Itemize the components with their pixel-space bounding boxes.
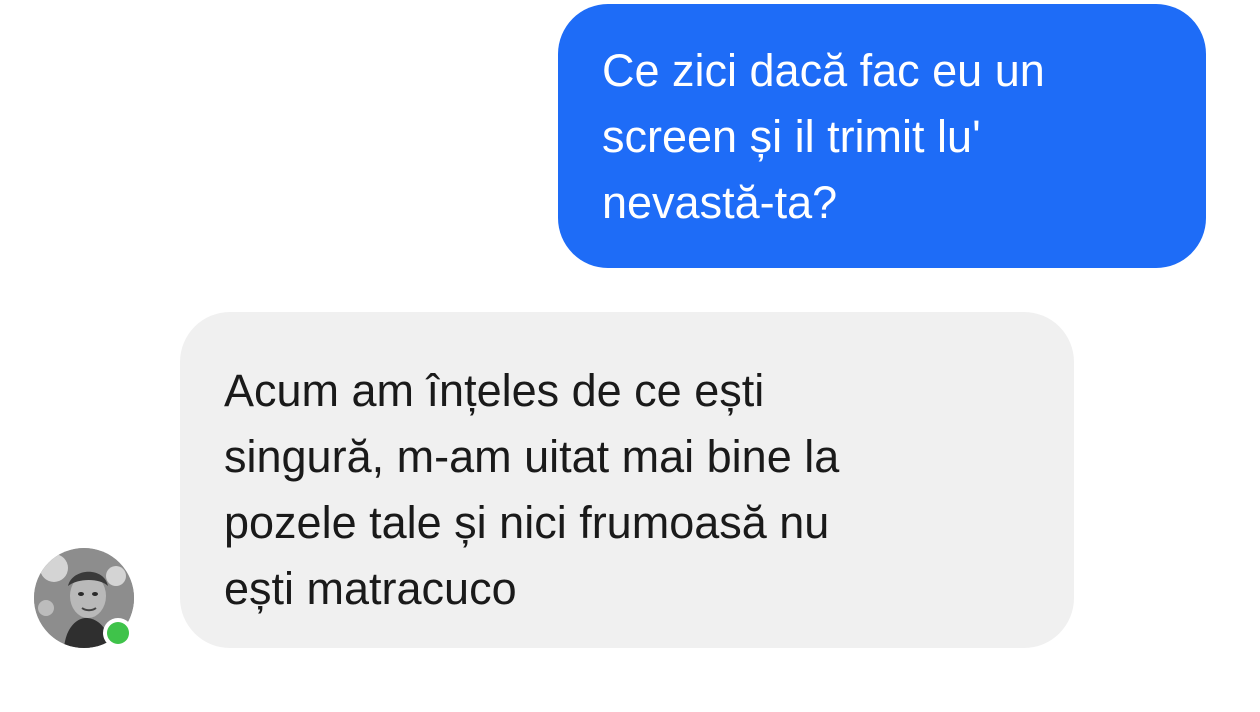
online-status-indicator — [103, 618, 133, 648]
received-message-bubble[interactable]: Acum am înțeles de ce ești singură, m-am… — [180, 312, 1074, 648]
chat-thread: Ce zici dacă fac eu un screen și il trim… — [0, 0, 1260, 712]
sent-message-bubble[interactable]: Ce zici dacă fac eu un screen și il trim… — [558, 4, 1206, 268]
